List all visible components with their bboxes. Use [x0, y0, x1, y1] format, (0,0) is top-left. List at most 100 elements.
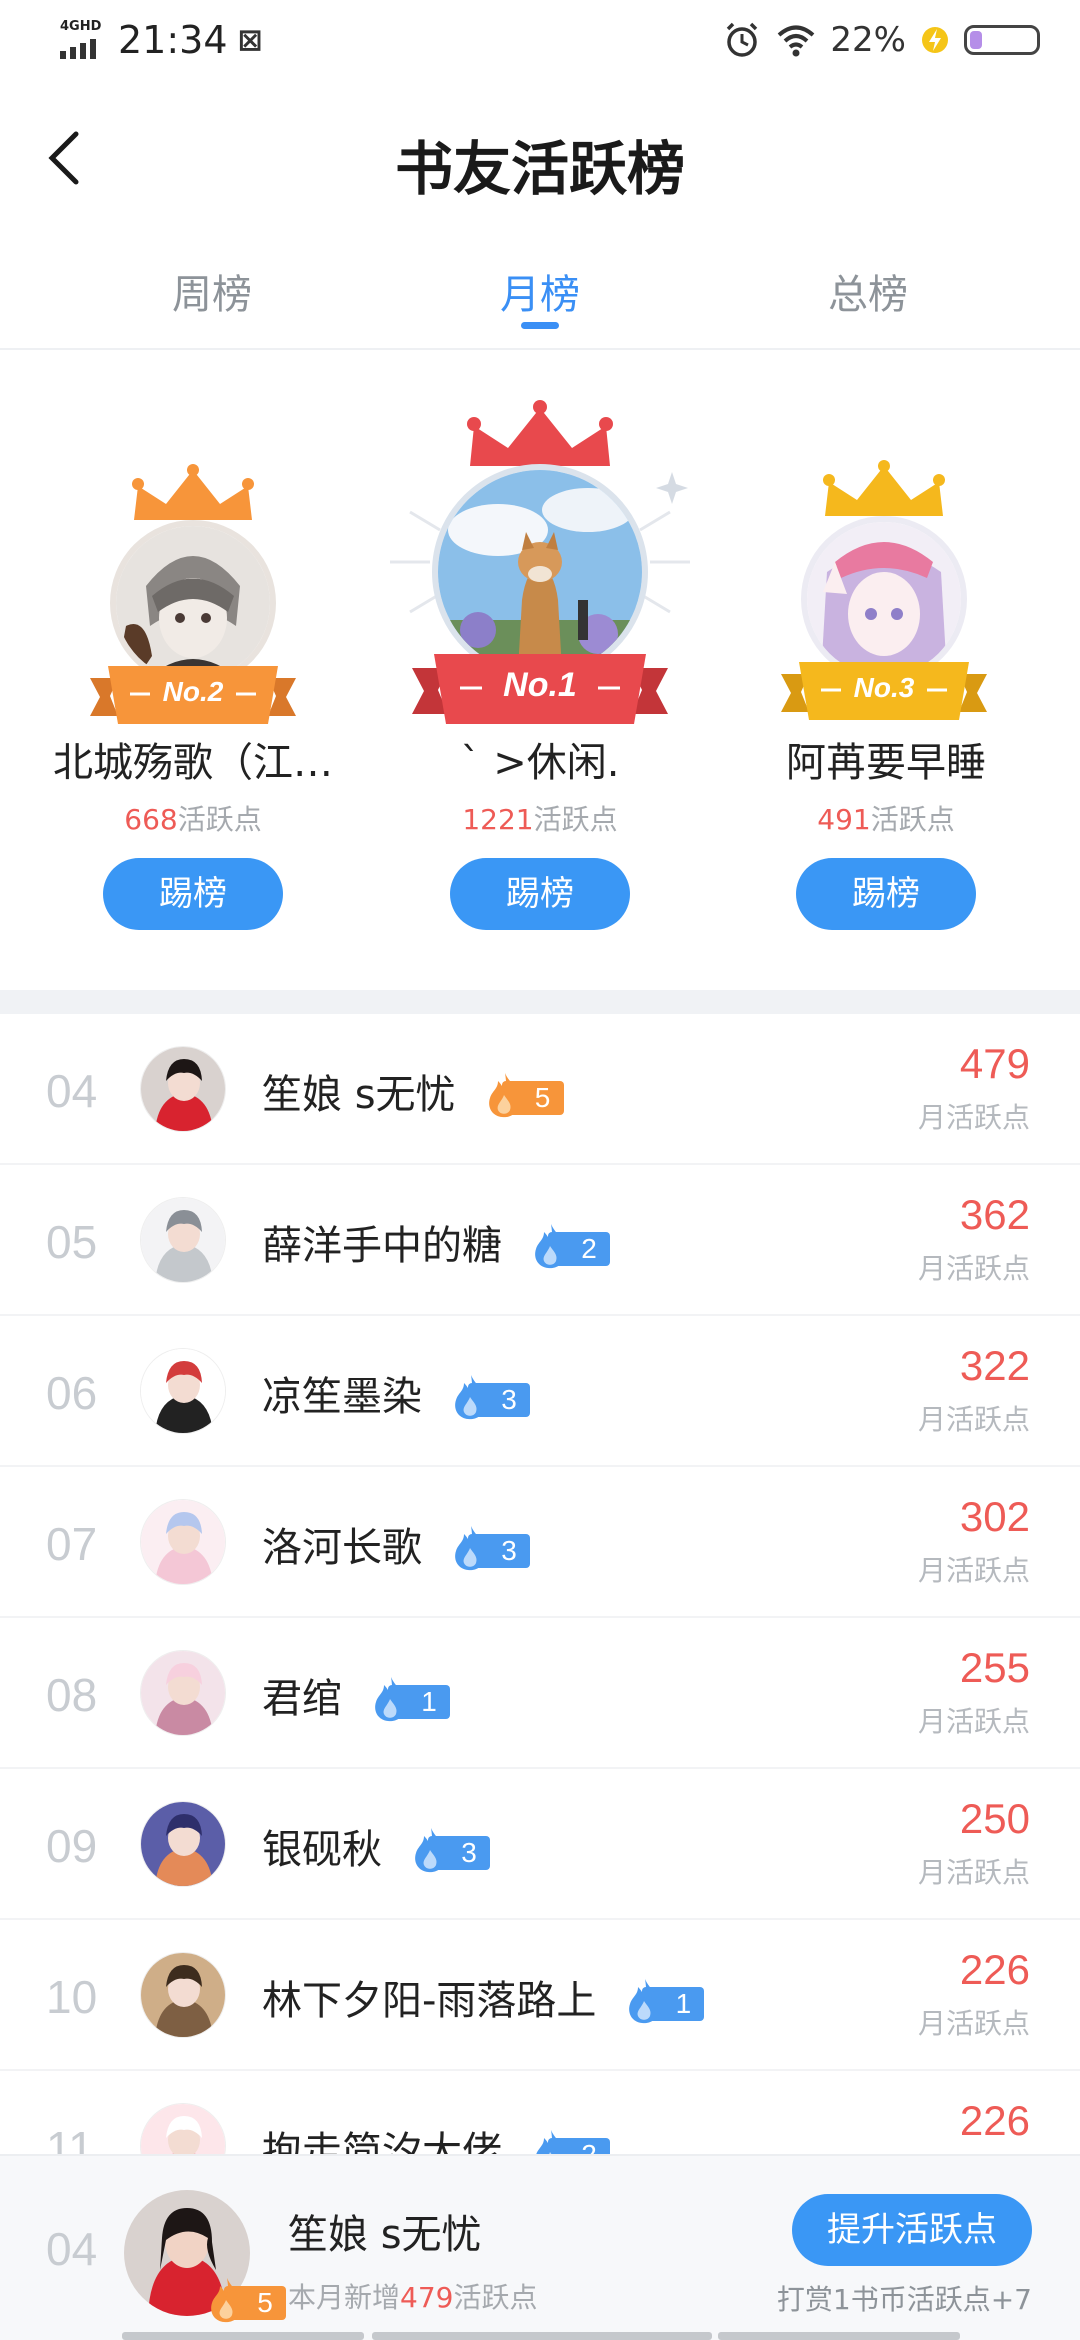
row-name-wrap: 银砚秋 3	[262, 1817, 490, 1875]
my-monthly-points: 本月新增479活跃点	[288, 2281, 538, 2314]
row-name-wrap: 林下夕阳-雨落路上 1	[262, 1968, 705, 2026]
row-name: 君绾	[262, 1676, 342, 1722]
row-name: 林下夕阳-雨落路上	[262, 1978, 597, 2024]
row-rank: 06	[46, 1367, 98, 1419]
nav-indicator	[0, 2332, 1080, 2340]
row-points-label: 月活跃点	[917, 2007, 1030, 2040]
row-name-wrap: 洛河长歌 3	[262, 1515, 530, 1573]
row-rank: 04	[46, 1065, 98, 1117]
avatar[interactable]	[140, 1801, 226, 1887]
kick-button[interactable]: 踢榜	[796, 858, 976, 930]
network-type: 4GHD	[60, 19, 102, 34]
crown-icon	[467, 400, 613, 466]
row-points: 322	[959, 1342, 1030, 1389]
row-name-wrap: 笙娘 s无忧 5	[262, 1062, 564, 1120]
rank-label: No.2	[162, 676, 224, 707]
row-rank: 11	[46, 2122, 94, 2154]
row-rank: 07	[46, 1518, 98, 1570]
level-badge: 3	[408, 1828, 490, 1873]
avatar[interactable]	[140, 1952, 226, 2038]
podium-points: 1221活跃点	[462, 803, 618, 836]
avatar[interactable]	[140, 1197, 226, 1283]
clock: 21:34	[118, 18, 228, 62]
table-row[interactable]: 06 凉笙墨染 3 322 月活跃点	[0, 1316, 1080, 1467]
row-name: 凉笙墨染	[262, 1374, 422, 1420]
row-points-label: 月活跃点	[917, 1252, 1030, 1285]
fire-icon	[211, 2278, 243, 2323]
rank-label: No.1	[503, 666, 577, 704]
crown-icon	[132, 464, 254, 520]
table-row[interactable]: 05 薛洋手中的糖 2 362 月活跃点	[0, 1165, 1080, 1316]
table-row[interactable]: 09 银砚秋 3 250 月活跃点	[0, 1769, 1080, 1920]
row-rank: 09	[46, 1820, 98, 1872]
avatar[interactable]	[140, 1499, 226, 1585]
page-title: 书友活跃榜	[394, 135, 685, 203]
podium-points: 668活跃点	[124, 803, 262, 836]
row-name-wrap: 君绾 1	[262, 1666, 450, 1724]
row-name-wrap: 薛洋手中的糖 2	[262, 1213, 610, 1271]
row-points: 302	[959, 1493, 1030, 1540]
row-name: 银砚秋	[262, 1827, 382, 1873]
level-badge: 2	[528, 1224, 610, 1269]
level-badge: 3	[448, 1375, 530, 1420]
level-badge: 1	[622, 1979, 705, 2024]
row-points-label: 月活跃点	[917, 1403, 1030, 1436]
avatar[interactable]	[140, 2103, 226, 2154]
tab-monthly[interactable]: 月榜	[440, 262, 640, 320]
tab-bar: 周榜 月榜 总榜	[0, 250, 1080, 350]
notification-icon: ⊠	[237, 22, 263, 58]
avatar[interactable]	[140, 1650, 226, 1736]
row-name: 笙娘 s无忧	[262, 1072, 456, 1118]
battery-icon	[964, 25, 1040, 55]
tab-weekly[interactable]: 周榜	[112, 262, 312, 320]
my-avatar[interactable]: 5	[124, 2190, 286, 2323]
level-badge: 2	[528, 2130, 610, 2154]
tab-indicator	[521, 322, 559, 329]
fire-icon	[535, 1224, 567, 1269]
crown-icon	[823, 460, 945, 516]
fire-icon	[375, 1677, 407, 1722]
row-rank: 08	[46, 1669, 98, 1721]
wifi-icon	[778, 25, 815, 57]
alarm-icon	[727, 22, 758, 57]
table-row[interactable]: 10 林下夕阳-雨落路上 1 226 月活跃点	[0, 1920, 1080, 2071]
row-name-wrap: 抱走简汐大佬 2	[262, 2119, 610, 2154]
table-row[interactable]: 11抱走简汐大佬2226月活跃点	[0, 2071, 1080, 2154]
avatar[interactable]	[140, 1046, 226, 1132]
fire-icon	[488, 1073, 520, 1118]
my-rank: 04	[46, 2223, 98, 2275]
level-badge: 3	[448, 1526, 530, 1571]
level-badge: 1	[368, 1677, 450, 1722]
boost-points-button[interactable]: 提升活跃点	[792, 2194, 1032, 2266]
kick-button[interactable]: 踢榜	[450, 858, 630, 930]
fire-icon	[415, 1828, 447, 1873]
row-name: 洛河长歌	[262, 1525, 422, 1571]
row-points: 255	[959, 1644, 1030, 1691]
row-points: 226	[959, 1946, 1030, 1993]
signal-icon: 4GHD	[58, 19, 106, 61]
fire-icon	[455, 1375, 487, 1420]
row-name-wrap: 凉笙墨染 3	[262, 1364, 530, 1422]
table-row[interactable]: 08 君绾 1 255 月活跃点	[0, 1618, 1080, 1769]
row-points: 250	[959, 1795, 1030, 1842]
row-points-label: 月活跃点	[917, 1705, 1030, 1738]
status-bar: 4GHD 21:34 ⊠ 22%	[0, 0, 1080, 84]
row-rank: 10	[46, 1971, 98, 2023]
podium-name: ˋ >休闲.	[460, 740, 620, 786]
rank-label: No.3	[853, 672, 915, 703]
level-badge: 5	[204, 2278, 286, 2323]
kick-button[interactable]: 踢榜	[103, 858, 283, 930]
podium-name: 阿苒要早睡	[786, 740, 986, 786]
table-row[interactable]: 07 洛河长歌 3 302 月活跃点	[0, 1467, 1080, 1618]
row-points: 479	[959, 1040, 1030, 1087]
podium-points: 491活跃点	[817, 803, 955, 836]
battery-percent: 22%	[830, 20, 906, 60]
row-points-label: 月活跃点	[917, 1101, 1030, 1134]
podium-name: 北城殇歌（江…	[53, 740, 333, 786]
table-row[interactable]: 04 笙娘 s无忧 5 479 月活跃点	[0, 1014, 1080, 1165]
avatar[interactable]	[140, 1348, 226, 1434]
my-ranking-bar: 04 5 笙娘 s无忧 本月新增479活跃点 提升活跃点 打赏1书币活跃点+7	[0, 2154, 1080, 2340]
tab-total[interactable]: 总榜	[768, 262, 968, 320]
row-points: 362	[959, 1191, 1030, 1238]
fire-icon	[455, 1526, 487, 1571]
